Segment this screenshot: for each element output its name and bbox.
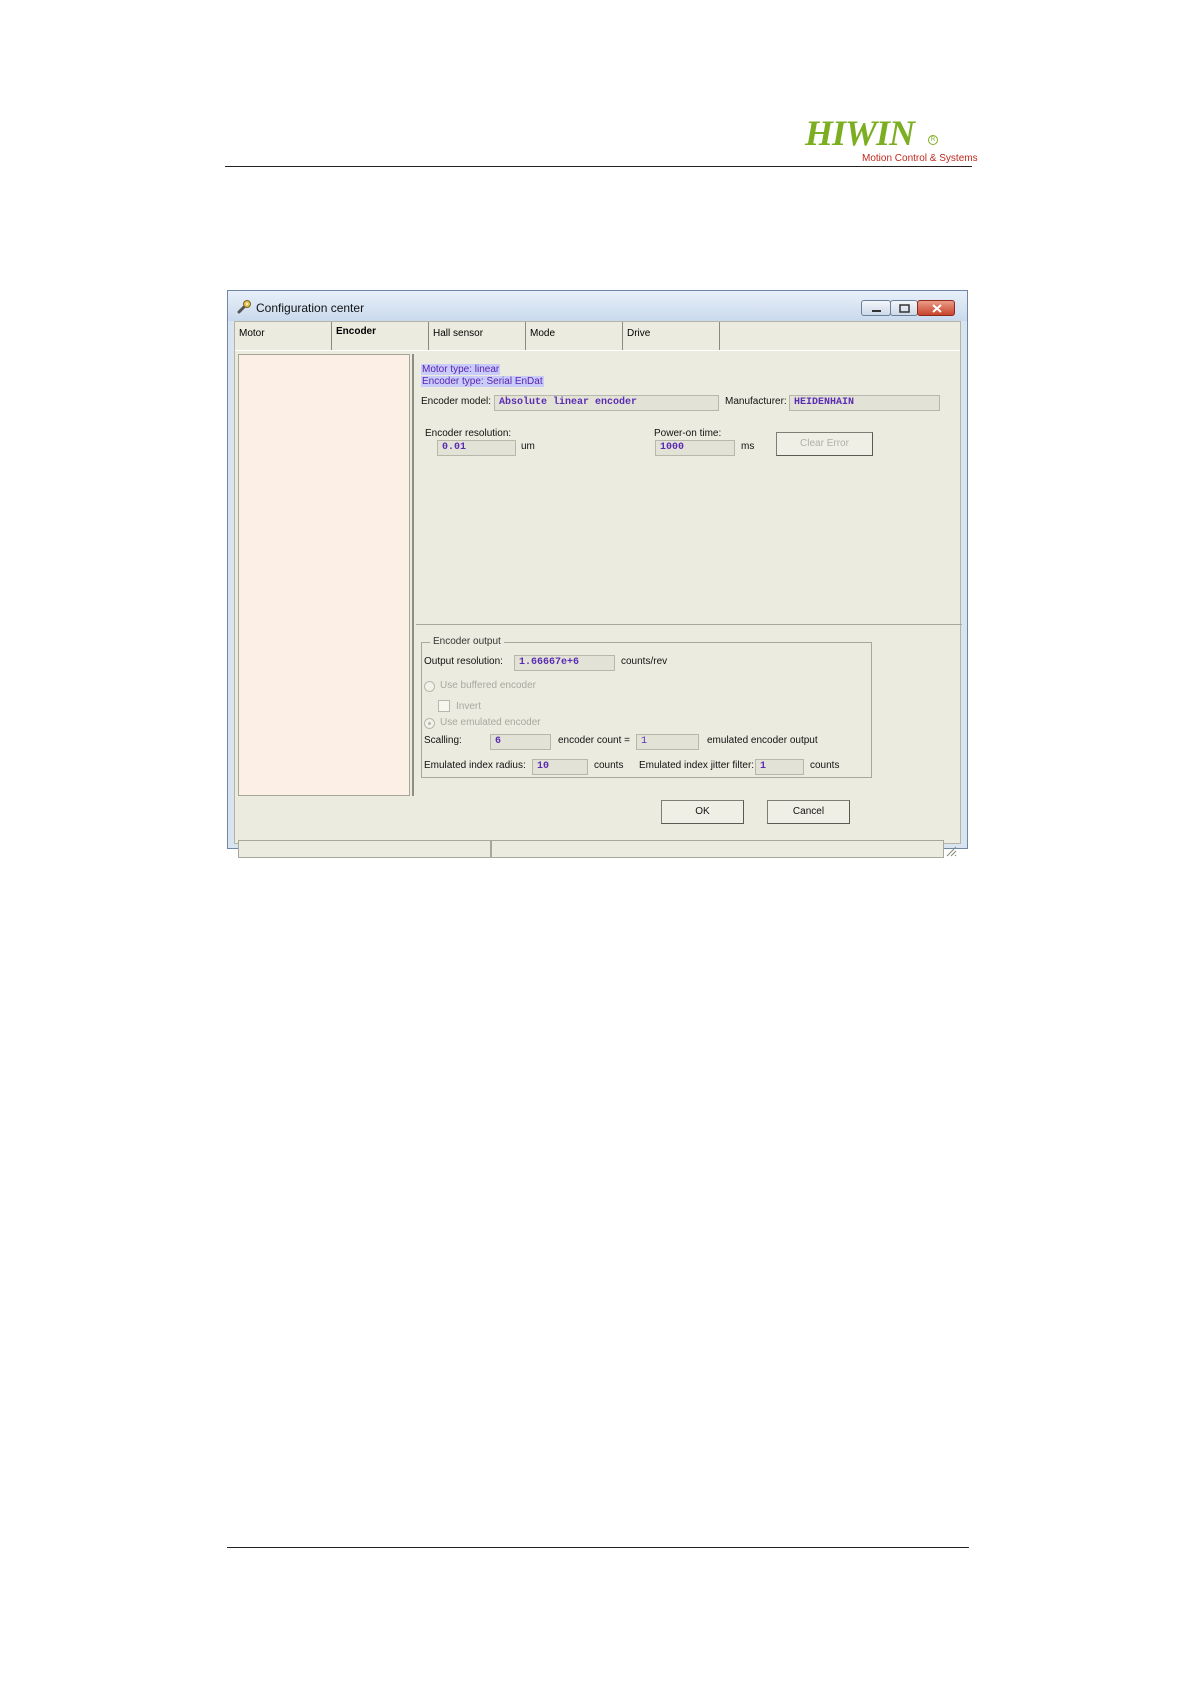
tab-encoder[interactable]: Encoder <box>332 322 429 350</box>
status-segment-left <box>238 840 491 858</box>
index-radius-unit: counts <box>594 760 624 771</box>
clear-error-button[interactable]: Clear Error <box>776 432 873 456</box>
minimize-button[interactable] <box>861 300 891 316</box>
maximize-button[interactable] <box>890 300 918 316</box>
encoder-output-group: Encoder output Output resolution: 1.6666… <box>421 636 872 778</box>
encoder-model-field[interactable]: Absolute linear encoder <box>494 395 719 411</box>
output-resolution-field[interactable]: 1.66667e+6 <box>514 655 615 671</box>
encoder-model-label: Encoder model: <box>421 396 492 407</box>
emulated-output-field[interactable]: 1 <box>636 734 699 750</box>
scalling-field[interactable]: 6 <box>490 734 551 750</box>
invert-label: Invert <box>456 701 482 712</box>
encoder-settings-panel: Motor type: linear Encoder type: Serial … <box>412 354 962 796</box>
logo-tagline: Motion Control & Systems <box>862 153 978 164</box>
title-bar[interactable]: Configuration center <box>228 291 967 321</box>
maximize-icon <box>899 304 910 313</box>
scalling-label: Scalling: <box>424 735 462 746</box>
power-on-time-label: Power-on time: <box>654 428 722 439</box>
power-on-time-unit: ms <box>741 441 755 452</box>
jitter-filter-unit: counts <box>810 760 840 771</box>
jitter-filter-label: Emulated index jitter filter: <box>639 760 755 771</box>
jitter-filter-field[interactable]: 1 <box>755 759 804 775</box>
index-radius-label: Emulated index radius: <box>424 760 526 771</box>
encoder-output-title: Encoder output <box>430 636 504 647</box>
ok-button[interactable]: OK <box>661 800 744 824</box>
registered-mark: R <box>928 135 938 145</box>
use-emulated-label: Use emulated encoder <box>440 717 541 728</box>
navigation-panel[interactable] <box>238 354 410 796</box>
tab-drive[interactable]: Drive <box>623 322 720 350</box>
tab-hall-sensor[interactable]: Hall sensor <box>429 322 526 350</box>
close-icon <box>932 304 942 313</box>
tab-mode[interactable]: Mode <box>526 322 623 350</box>
output-resolution-label: Output resolution: <box>424 656 503 667</box>
header-rule <box>225 166 972 167</box>
minimize-icon <box>872 310 881 312</box>
encoder-count-label: encoder count = <box>558 735 630 746</box>
wrench-icon <box>236 299 252 315</box>
tab-motor[interactable]: Motor <box>235 322 332 350</box>
use-emulated-radio[interactable] <box>424 718 435 729</box>
encoder-resolution-unit: um <box>521 441 535 452</box>
encoder-type-info: Encoder type: Serial EnDat <box>421 376 544 387</box>
power-on-time-field[interactable]: 1000 <box>655 440 735 456</box>
encoder-resolution-label: Encoder resolution: <box>425 428 512 439</box>
encoder-resolution-field[interactable]: 0.01 <box>437 440 516 456</box>
status-segment-right <box>491 840 944 858</box>
window-title: Configuration center <box>256 301 365 315</box>
motor-type-info: Motor type: linear <box>421 364 501 375</box>
close-button[interactable] <box>917 300 955 316</box>
index-radius-field[interactable]: 10 <box>532 759 588 775</box>
emulated-output-label: emulated encoder output <box>707 735 818 746</box>
resize-grip-icon[interactable] <box>944 844 958 858</box>
footer-rule <box>227 1547 969 1548</box>
client-area: Motor Encoder Hall sensor Mode Drive Mot… <box>234 321 962 858</box>
configuration-window: Configuration center Motor Encoder Hall … <box>227 290 968 858</box>
section-divider <box>416 624 962 625</box>
manufacturer-label: Manufacturer: <box>725 396 787 407</box>
status-bar <box>238 840 958 858</box>
manufacturer-field[interactable]: HEIDENHAIN <box>789 395 940 411</box>
cancel-button[interactable]: Cancel <box>767 800 850 824</box>
tab-underline <box>235 350 960 351</box>
invert-checkbox[interactable] <box>438 700 450 712</box>
use-buffered-radio[interactable] <box>424 681 435 692</box>
output-resolution-unit: counts/rev <box>621 656 668 667</box>
hiwin-logo: HIWIN <box>805 113 915 153</box>
use-buffered-label: Use buffered encoder <box>440 680 536 691</box>
